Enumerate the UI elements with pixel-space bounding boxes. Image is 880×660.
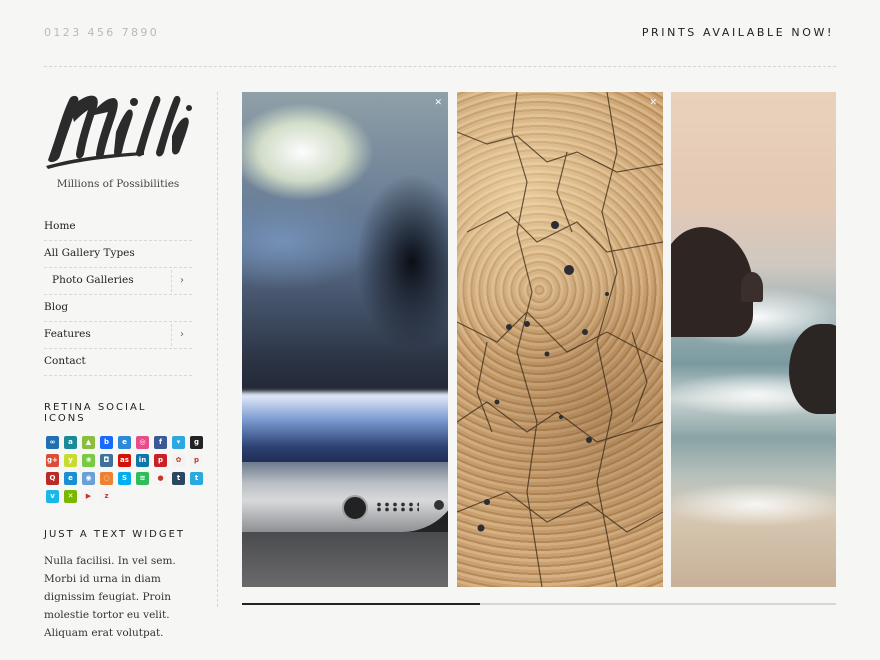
- top-bar: 0123 456 7890 PRINTS AVAILABLE NOW!: [44, 26, 836, 44]
- twitter-icon[interactable]: t: [190, 472, 203, 485]
- phone-number: 0123 456 7890: [44, 26, 160, 39]
- google-plus-icon[interactable]: g+: [46, 454, 59, 467]
- menu-item-label: Home: [44, 220, 76, 232]
- close-icon[interactable]: ✕: [649, 98, 657, 108]
- close-icon[interactable]: ✕: [434, 98, 442, 108]
- tumblr-icon[interactable]: t: [172, 472, 185, 485]
- site-logo[interactable]: [44, 92, 192, 170]
- social-widget-title: RETINA SOCIAL ICONS: [44, 402, 147, 424]
- slider-progress-fill: [242, 603, 480, 605]
- sidebar: Millions of Possibilities Home All Galle…: [44, 92, 203, 642]
- menu-item-label: All Gallery Types: [44, 247, 135, 259]
- icq-icon[interactable]: ❀: [82, 454, 95, 467]
- social-icons-grid: ∞ a ▲ b e ◎ f ▾ g g+ y ❀ ◘ as in p ✿ p Qe ◉ ◌ S ≋ ● t t v ✕ ▶ z: [44, 436, 203, 503]
- forrst-icon[interactable]: ▾: [172, 436, 185, 449]
- cracks-overlay: [457, 92, 663, 587]
- site-tagline: Millions of Possibilities: [56, 178, 180, 190]
- phone-body-shape: [242, 462, 448, 532]
- top-divider: [44, 66, 836, 67]
- menu-item-label: Features: [44, 328, 91, 340]
- menu-item-label: Photo Galleries: [52, 274, 134, 286]
- github-icon[interactable]: g: [190, 436, 203, 449]
- menu-item-home[interactable]: Home: [44, 214, 192, 241]
- amazon-icon[interactable]: a: [64, 436, 77, 449]
- xing-icon[interactable]: ✕: [64, 490, 77, 503]
- stumbleupon-icon[interactable]: ●: [154, 472, 167, 485]
- facebook-icon[interactable]: f: [154, 436, 167, 449]
- sea-rock-shape: [741, 272, 763, 302]
- rss-icon[interactable]: ◌: [100, 472, 113, 485]
- menu-item-features[interactable]: Features ›: [44, 322, 192, 349]
- slider-progress-bar[interactable]: [242, 603, 836, 605]
- reddit-icon[interactable]: ◉: [82, 472, 95, 485]
- pinterest-alt-icon[interactable]: p: [190, 454, 203, 467]
- chevron-right-icon[interactable]: ›: [171, 270, 192, 292]
- menu-item-label: Blog: [44, 301, 69, 313]
- main-menu: Home All Gallery Types Photo Galleries › …: [44, 214, 192, 376]
- wave-foam-shape: [671, 482, 836, 527]
- behance-icon[interactable]: b: [100, 436, 113, 449]
- zerply-icon[interactable]: z: [100, 490, 113, 503]
- vimeo-icon[interactable]: v: [46, 490, 59, 503]
- gallery-image-sea-rocks[interactable]: [671, 92, 836, 587]
- bebo-icon[interactable]: e: [118, 436, 131, 449]
- linkedin-icon[interactable]: in: [136, 454, 149, 467]
- surface-shape: [242, 532, 448, 587]
- text-widget-title: JUST A TEXT WIDGET: [44, 529, 186, 540]
- menu-item-blog[interactable]: Blog: [44, 295, 192, 322]
- chevron-right-icon[interactable]: ›: [171, 324, 192, 346]
- pinterest-icon[interactable]: p: [154, 454, 167, 467]
- gallery-slider: ✕ ✕: [242, 92, 836, 587]
- lastfm-icon[interactable]: as: [118, 454, 131, 467]
- screw-shape: [434, 500, 444, 510]
- phone-screen-shape: [242, 392, 448, 472]
- instagram-icon[interactable]: ◘: [100, 454, 113, 467]
- gallery-image-cracked-earth[interactable]: ✕: [457, 92, 663, 587]
- android-icon[interactable]: ▲: [82, 436, 95, 449]
- quora-icon[interactable]: Q: [46, 472, 59, 485]
- picasa-icon[interactable]: ✿: [172, 454, 185, 467]
- text-widget-body: Nulla facilisi. In vel sem. Morbi id urn…: [44, 555, 176, 639]
- gallery-image-phone[interactable]: ✕: [242, 92, 448, 587]
- youtube-icon[interactable]: ▶: [82, 490, 95, 503]
- speaker-grille-shape: [375, 502, 419, 512]
- sidebar-divider: [217, 92, 218, 607]
- prints-available-link[interactable]: PRINTS AVAILABLE NOW!: [642, 26, 834, 39]
- flickr-icon[interactable]: ∞: [46, 436, 59, 449]
- dribbble-icon[interactable]: ◎: [136, 436, 149, 449]
- menu-item-contact[interactable]: Contact: [44, 349, 192, 376]
- menu-item-label: Contact: [44, 355, 86, 367]
- spotify-icon[interactable]: ≋: [136, 472, 149, 485]
- menu-item-photo-galleries[interactable]: Photo Galleries ›: [44, 268, 192, 295]
- headphone-jack-shape: [342, 495, 368, 521]
- rdio-icon[interactable]: e: [64, 472, 77, 485]
- skype-icon[interactable]: S: [118, 472, 131, 485]
- menu-item-all-gallery-types[interactable]: All Gallery Types: [44, 241, 192, 268]
- hacker-news-icon[interactable]: y: [64, 454, 77, 467]
